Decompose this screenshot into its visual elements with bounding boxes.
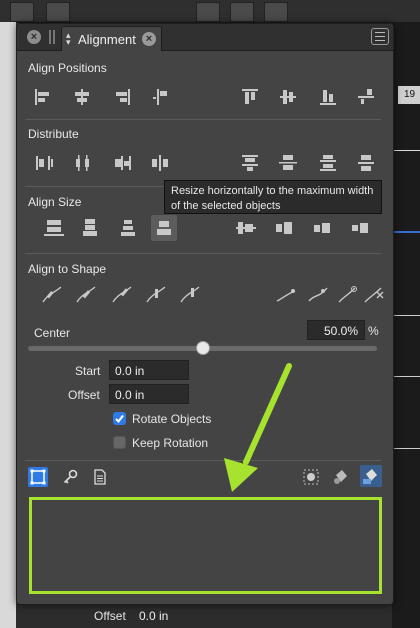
document-icon[interactable] (93, 469, 107, 485)
shape-align-3-icon[interactable] (109, 282, 135, 308)
canvas-left-edge (0, 22, 16, 628)
distribute-spacing-h-icon[interactable] (147, 150, 173, 176)
ruler: 19 (398, 86, 420, 104)
panel-menu-icon[interactable] (371, 28, 389, 45)
close-icon[interactable]: × (27, 30, 41, 44)
align-right-icon[interactable] (109, 84, 135, 110)
size-min-height-h-icon[interactable] (309, 215, 335, 241)
distribute-bottom-icon[interactable] (315, 150, 341, 176)
align-bottom-icon[interactable] (315, 84, 341, 110)
align-left-icon[interactable] (29, 84, 55, 110)
tab-title: Alignment (78, 32, 136, 47)
shape-follow-2-icon[interactable] (305, 282, 331, 308)
size-min-width-icon[interactable] (115, 215, 141, 241)
start-label: Start (75, 364, 101, 378)
size-max-height-h-icon[interactable] (271, 215, 297, 241)
canvas-line (392, 376, 420, 377)
keep-rotation-checkbox[interactable] (113, 436, 126, 449)
shape-follow-1-icon[interactable] (273, 282, 299, 308)
size-match-height-h-icon[interactable] (347, 215, 373, 241)
center-unit-label: % (368, 324, 379, 338)
center-label: Center (34, 326, 71, 340)
rotate-tool-icon[interactable] (46, 2, 70, 22)
close-icon[interactable]: × (142, 32, 156, 46)
tab-alignment[interactable]: ▴ ▾ Alignment × (61, 26, 162, 51)
section-title: Align to Shape (28, 262, 107, 276)
ruler-number: 19 (404, 89, 416, 100)
distribute-left-icon[interactable] (31, 150, 57, 176)
align-panel-icon[interactable] (360, 465, 382, 487)
rotate-objects-label: Rotate Objects (132, 412, 212, 426)
start-field[interactable]: 0.0 in (109, 360, 189, 380)
canvas-line (392, 448, 420, 449)
selection-box-icon[interactable] (28, 467, 48, 487)
bg-offset-label: Offset (94, 609, 126, 623)
keep-rotation-label: Keep Rotation (132, 436, 209, 450)
canvas-right-area (392, 22, 420, 628)
key-icon[interactable] (62, 469, 78, 485)
size-match-width-icon[interactable] (151, 215, 177, 241)
section-title: Align Positions (28, 61, 107, 75)
tooltip: Resize horizontally to the maximum width… (164, 180, 382, 214)
power-icon[interactable] (10, 2, 34, 22)
canvas-line (392, 315, 420, 316)
canvas-line (392, 231, 420, 233)
align-origin-icon[interactable] (147, 84, 173, 110)
align-center-h-icon[interactable] (69, 84, 95, 110)
shape-follow-4-icon[interactable] (361, 282, 387, 308)
background-offset-row: Offset 0.0 in (16, 604, 392, 628)
transform-icon[interactable] (301, 467, 321, 487)
size-max-height-icon[interactable] (77, 215, 103, 241)
toolbar-tool-button[interactable] (196, 2, 220, 22)
shape-align-4-icon[interactable] (143, 282, 169, 308)
shape-align-2-icon[interactable] (73, 282, 99, 308)
drag-handle-icon[interactable] (49, 30, 55, 44)
size-max-width-h-icon[interactable] (233, 215, 259, 241)
alignment-panel: × ▴ ▾ Alignment × Align Positions Distrib… (16, 23, 394, 605)
offset-field[interactable]: 0.0 in (109, 384, 189, 404)
distribute-center-h-icon[interactable] (69, 150, 95, 176)
bg-offset-field[interactable]: 0.0 in (134, 606, 204, 626)
section-title: Distribute (28, 127, 79, 141)
distribute-center-v-icon[interactable] (275, 150, 301, 176)
align-baseline-icon[interactable] (353, 84, 379, 110)
align-center-v-icon[interactable] (275, 84, 301, 110)
highlight-box (29, 497, 382, 594)
divider (25, 253, 381, 254)
panel-titlebar: × ▴ ▾ Alignment × (17, 24, 393, 51)
canvas-line (392, 150, 420, 151)
center-percent-field[interactable]: 50.0% (307, 320, 365, 340)
rotate-objects-checkbox[interactable] (113, 412, 126, 425)
toolbar-tool-button[interactable] (230, 2, 254, 22)
app-toolbar (0, 0, 420, 23)
size-max-width-icon[interactable] (41, 215, 67, 241)
divider (25, 460, 381, 461)
distribute-right-icon[interactable] (109, 150, 135, 176)
section-title: Align Size (28, 195, 82, 209)
fill-icon[interactable] (331, 467, 351, 487)
shape-align-1-icon[interactable] (39, 282, 65, 308)
checkmark-icon (115, 414, 124, 424)
align-top-icon[interactable] (237, 84, 263, 110)
offset-label: Offset (68, 388, 100, 402)
distribute-top-icon[interactable] (237, 150, 263, 176)
chevron-updown-icon: ▴ ▾ (66, 30, 71, 47)
center-slider-thumb[interactable] (195, 341, 210, 355)
distribute-spacing-v-icon[interactable] (353, 150, 379, 176)
shape-align-5-icon[interactable] (177, 282, 203, 308)
shape-follow-3-icon[interactable] (335, 282, 361, 308)
divider (25, 119, 381, 120)
toolbar-tool-button[interactable] (264, 2, 288, 22)
